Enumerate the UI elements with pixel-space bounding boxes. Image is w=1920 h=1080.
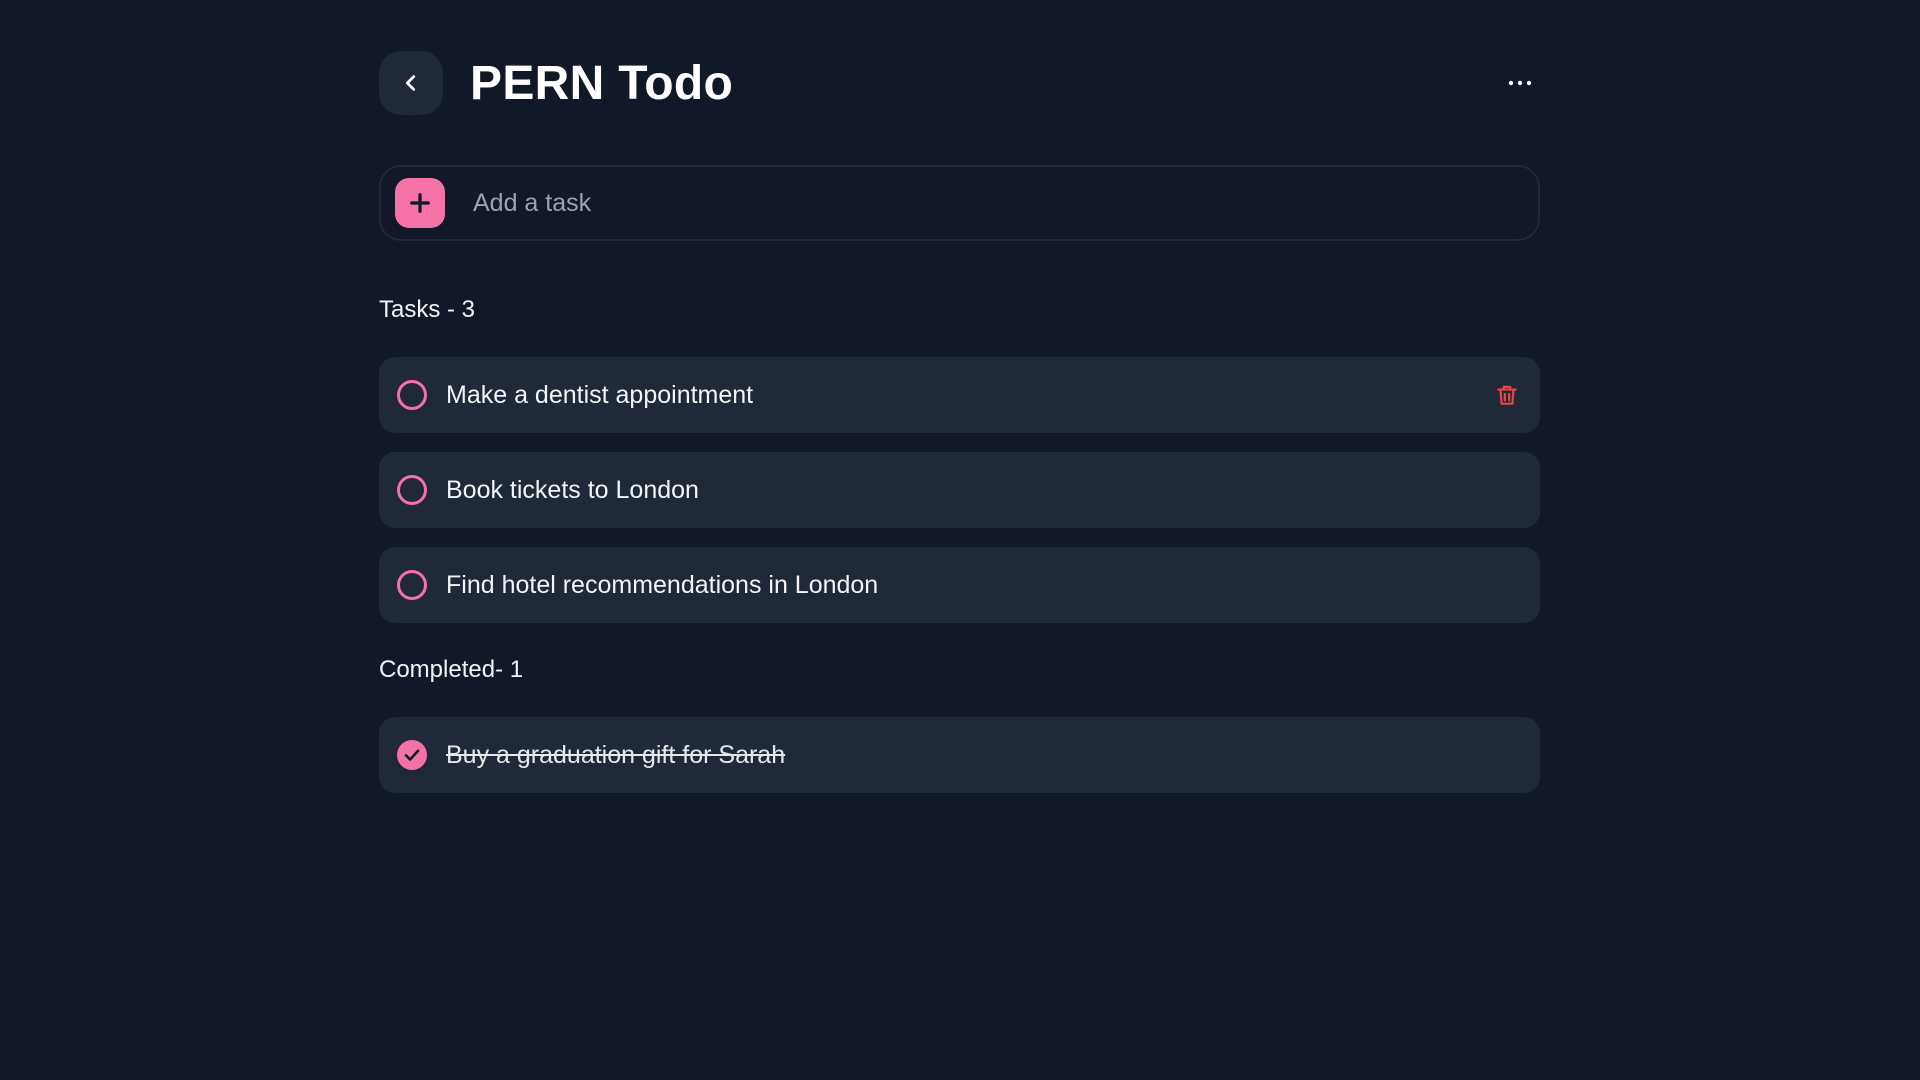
add-task-button[interactable]: [395, 178, 445, 228]
task-item[interactable]: Book tickets to London: [379, 452, 1540, 528]
task-list: Make a dentist appointment Book tickets …: [379, 357, 1540, 623]
tasks-section-title: Tasks - 3: [379, 296, 476, 323]
page-title: PERN Todo: [470, 56, 734, 110]
more-options-button[interactable]: [1500, 63, 1540, 103]
header: PERN Todo: [379, 51, 1540, 115]
check-icon: [404, 749, 420, 761]
delete-task-button[interactable]: [1494, 382, 1520, 408]
task-item[interactable]: Find hotel recommendations in London: [379, 547, 1540, 623]
completed-task-text: Buy a graduation gift for Sarah: [446, 740, 786, 769]
task-item[interactable]: Make a dentist appointment: [379, 357, 1540, 433]
task-text: Book tickets to London: [446, 475, 699, 504]
task-checkbox-checked[interactable]: [397, 740, 427, 770]
completed-section-title: Completed- 1: [379, 656, 524, 683]
completed-list: Buy a graduation gift for Sarah: [379, 717, 1540, 793]
back-button[interactable]: [379, 51, 443, 115]
task-checkbox[interactable]: [397, 475, 427, 505]
more-horizontal-icon: [1508, 80, 1532, 86]
trash-icon: [1497, 385, 1517, 405]
plus-icon: [410, 193, 430, 213]
task-text: Make a dentist appointment: [446, 380, 754, 409]
task-text: Find hotel recommendations in London: [446, 570, 879, 599]
completed-task-item[interactable]: Buy a graduation gift for Sarah: [379, 717, 1540, 793]
add-task-box: [379, 165, 1540, 241]
todo-app: PERN Todo Tasks - 3 Make a dentist appoi…: [379, 51, 1540, 793]
chevron-left-icon: [405, 75, 416, 91]
add-task-input[interactable]: [471, 177, 1538, 229]
task-checkbox[interactable]: [397, 380, 427, 410]
task-checkbox[interactable]: [397, 570, 427, 600]
